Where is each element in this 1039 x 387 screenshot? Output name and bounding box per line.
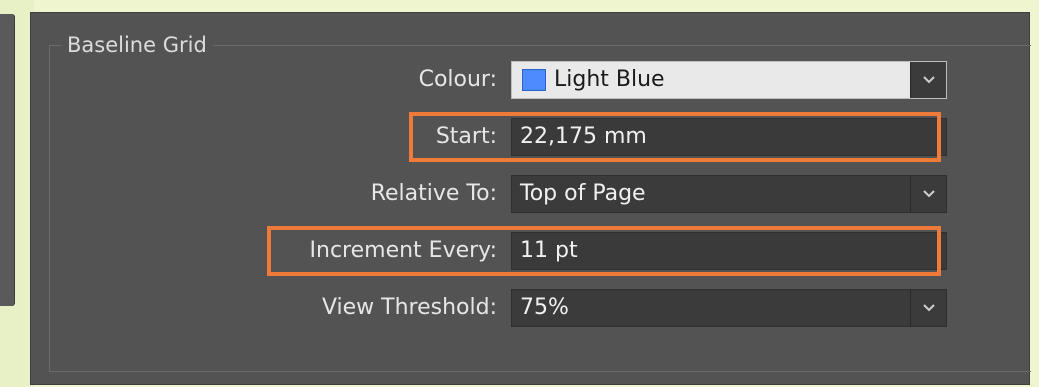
increment-value: 11 pt	[520, 238, 578, 263]
relative-to-dropdown[interactable]: Top of Page	[511, 175, 947, 213]
colour-swatch	[522, 69, 546, 91]
view-threshold-dropdown[interactable]: 75%	[511, 289, 947, 327]
view-threshold-row: View Threshold: 75%	[31, 284, 1031, 332]
relative-to-label: Relative To:	[370, 181, 497, 206]
colour-value: Light Blue	[554, 67, 665, 92]
view-threshold-label: View Threshold:	[321, 295, 497, 320]
colour-label: Colour:	[418, 67, 497, 92]
relative-to-value: Top of Page	[520, 181, 646, 206]
start-value: 22,175 mm	[520, 124, 647, 149]
start-label: Start:	[435, 124, 497, 149]
baseline-grid-panel: Baseline Grid Colour: Light Blue Start: …	[30, 12, 1031, 385]
relative-to-row: Relative To: Top of Page	[31, 170, 1031, 218]
view-threshold-value: 75%	[520, 295, 569, 320]
increment-row: Increment Every: 11 pt	[31, 227, 1031, 275]
start-row: Start: 22,175 mm	[31, 113, 1031, 161]
left-tab	[0, 14, 14, 306]
colour-dropdown[interactable]: Light Blue	[511, 61, 947, 99]
chevron-down-icon[interactable]	[910, 290, 946, 326]
chevron-down-icon[interactable]	[910, 176, 946, 212]
increment-input[interactable]: 11 pt	[511, 232, 947, 270]
start-input[interactable]: 22,175 mm	[511, 118, 947, 156]
left-frame	[0, 0, 34, 387]
group-title: Baseline Grid	[61, 31, 213, 59]
chevron-down-icon[interactable]	[910, 62, 946, 98]
colour-row: Colour: Light Blue	[31, 56, 1031, 104]
increment-label: Increment Every:	[309, 238, 497, 263]
